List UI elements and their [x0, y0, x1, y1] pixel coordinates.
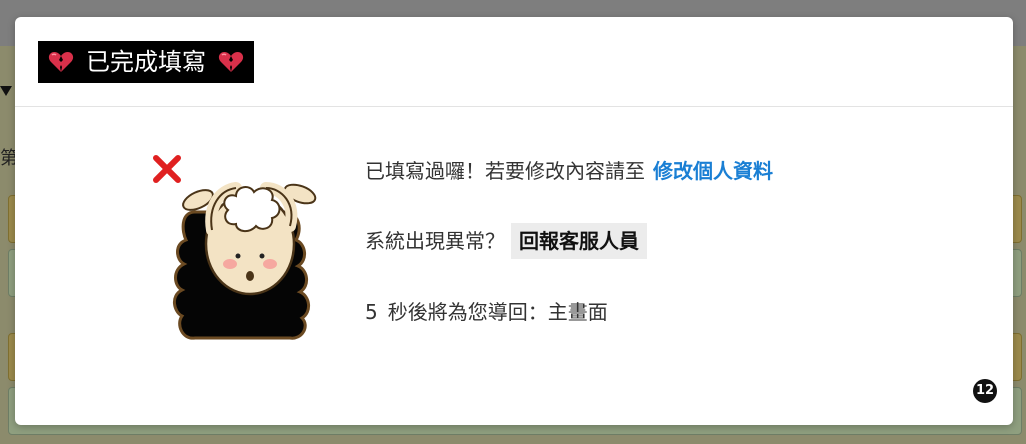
broken-heart-icon — [48, 52, 74, 72]
modal-title: 已完成填寫 — [38, 41, 254, 83]
x-mark-icon — [153, 155, 181, 183]
completion-modal: 已完成填寫 已填寫過囉！若要修改內容請至 修改個人資料 系統出現異常？ 回報客服… — [15, 17, 1013, 425]
broken-heart-icon — [218, 52, 244, 72]
countdown-seconds: 5 — [365, 300, 378, 324]
filled-message: 已填寫過囉！若要修改內容請至 修改個人資料 — [365, 153, 773, 189]
filled-message-text: 已填寫過囉！若要修改內容請至 — [365, 159, 645, 183]
modal-title-text: 已完成填寫 — [86, 48, 206, 76]
modal-header: 已完成填寫 — [15, 17, 1013, 107]
edit-profile-link[interactable]: 修改個人資料 — [653, 159, 773, 183]
error-message-text: 系統出現異常？ — [365, 229, 505, 253]
sheep-x-icon — [153, 155, 317, 340]
error-message: 系統出現異常？ 回報客服人員 — [365, 223, 647, 259]
number-badge: 12 — [973, 379, 997, 403]
redirect-message: 5 秒後將為您導回：主畫面 — [365, 294, 608, 330]
report-support-button[interactable]: 回報客服人員 — [511, 223, 647, 259]
background-caret-icon — [0, 86, 12, 96]
redirect-message-text: 秒後將為您導回：主畫面 — [387, 300, 608, 324]
